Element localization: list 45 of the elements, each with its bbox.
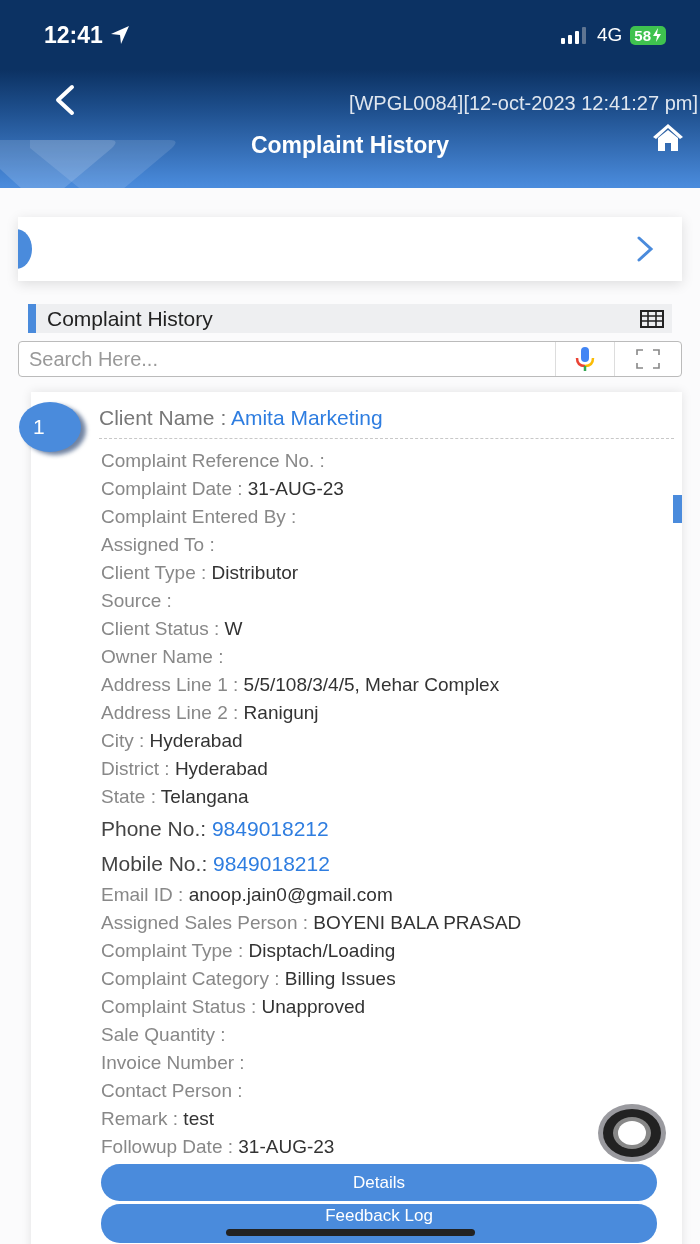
network-label: 4G (596, 24, 623, 46)
detail-field: Contact Person : (101, 1077, 243, 1105)
scroll-indicator (673, 495, 682, 523)
detail-field: Complaint Reference No. : (101, 447, 325, 475)
detail-field: Assigned Sales Person : BOYENI BALA PRASAD (101, 909, 522, 937)
detail-field: Email ID : anoop.jain0@gmail.com (101, 881, 393, 909)
detail-field: Source : (101, 587, 172, 615)
action-button[interactable]: Feedback Log (101, 1204, 657, 1243)
detail-field: Followup Date : 31-AUG-23 (101, 1133, 335, 1161)
screen-title: Complaint History (249, 132, 451, 159)
detail-field: Complaint Date : 31-AUG-23 (101, 475, 344, 503)
grid-icon[interactable] (640, 309, 664, 328)
search-field[interactable]: Search Here... (19, 347, 555, 371)
signal-icon (560, 26, 587, 44)
microphone-icon[interactable] (575, 346, 595, 372)
battery-indicator: 58 (630, 25, 666, 45)
detail-field: District : Hyderabad (101, 755, 268, 783)
search-bar[interactable]: Search Here... (18, 341, 682, 377)
session-info: [WPGL0084][12-oct-2023 12:41:27 pm] (348, 92, 698, 115)
detail-field: Owner Name : (101, 643, 224, 671)
detail-field: Address Line 1 : 5/5/108/3/4/5, Mehar Complex (101, 671, 500, 699)
phone-field: Mobile No.: 9849018212 (101, 846, 330, 881)
detail-field: Complaint Status : Unapproved (101, 993, 366, 1021)
detail-field: City : Hyderabad (101, 727, 243, 755)
phone-field: Phone No.: 9849018212 (101, 811, 329, 846)
scan-frame-icon[interactable] (636, 349, 660, 369)
assistive-touch-icon[interactable] (597, 1103, 667, 1163)
home-icon[interactable] (652, 122, 684, 152)
action-button[interactable]: Details (101, 1164, 657, 1201)
detail-field: Complaint Type : Disptach/Loading (101, 937, 396, 965)
detail-field: Sale Quantity : (101, 1021, 226, 1049)
record-number-badge: 1 (19, 402, 81, 452)
detail-field: Client Status : W (101, 615, 243, 643)
chevron-right-icon[interactable] (636, 235, 654, 263)
detail-field: Invoice Number : (101, 1049, 245, 1077)
detail-field: Complaint Category : Billing Issues (101, 965, 396, 993)
section-title: Complaint History (47, 306, 214, 331)
detail-field: Client Type : Distributor (101, 559, 299, 587)
detail-field: Assigned To : (101, 531, 215, 559)
detail-field: Complaint Entered By : (101, 503, 297, 531)
detail-field: Address Line 2 : Ranigunj (101, 699, 319, 727)
client-name: Client Name : Amita Marketing (99, 406, 383, 429)
status-time: 12:41 (44, 21, 103, 49)
detail-field: Remark : test (101, 1105, 214, 1133)
detail-field: State : Telangana (101, 783, 249, 811)
